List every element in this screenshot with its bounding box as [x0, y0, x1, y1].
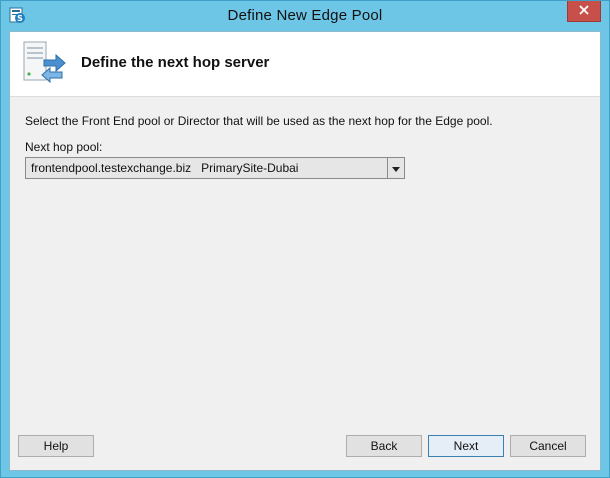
dialog-client-area: Define the next hop server Select the Fr… — [9, 31, 601, 471]
window-title: Define New Edge Pool — [227, 7, 383, 24]
back-button[interactable]: Back — [346, 435, 422, 457]
server-arrow-icon — [20, 38, 68, 88]
next-hop-pool-label: Next hop pool: — [25, 140, 103, 154]
close-button[interactable] — [567, 1, 601, 22]
close-icon — [579, 4, 589, 18]
help-button[interactable]: Help — [18, 435, 94, 457]
chevron-down-icon — [392, 161, 400, 175]
wizard-header: Define the next hop server — [10, 32, 600, 97]
dialog-window: S Define New Edge Pool Define the next h… — [0, 0, 610, 478]
next-hop-pool-dropdown[interactable]: frontendpool.testexchange.biz PrimarySit… — [25, 157, 405, 179]
dropdown-arrow[interactable] — [387, 158, 404, 178]
instruction-text: Select the Front End pool or Director th… — [25, 114, 493, 128]
cancel-button[interactable]: Cancel — [510, 435, 586, 457]
page-title: Define the next hop server — [81, 54, 270, 71]
title-bar[interactable]: S Define New Edge Pool — [1, 1, 609, 31]
next-hop-pool-value: frontendpool.testexchange.biz PrimarySit… — [31, 161, 299, 175]
next-button[interactable]: Next — [428, 435, 504, 457]
